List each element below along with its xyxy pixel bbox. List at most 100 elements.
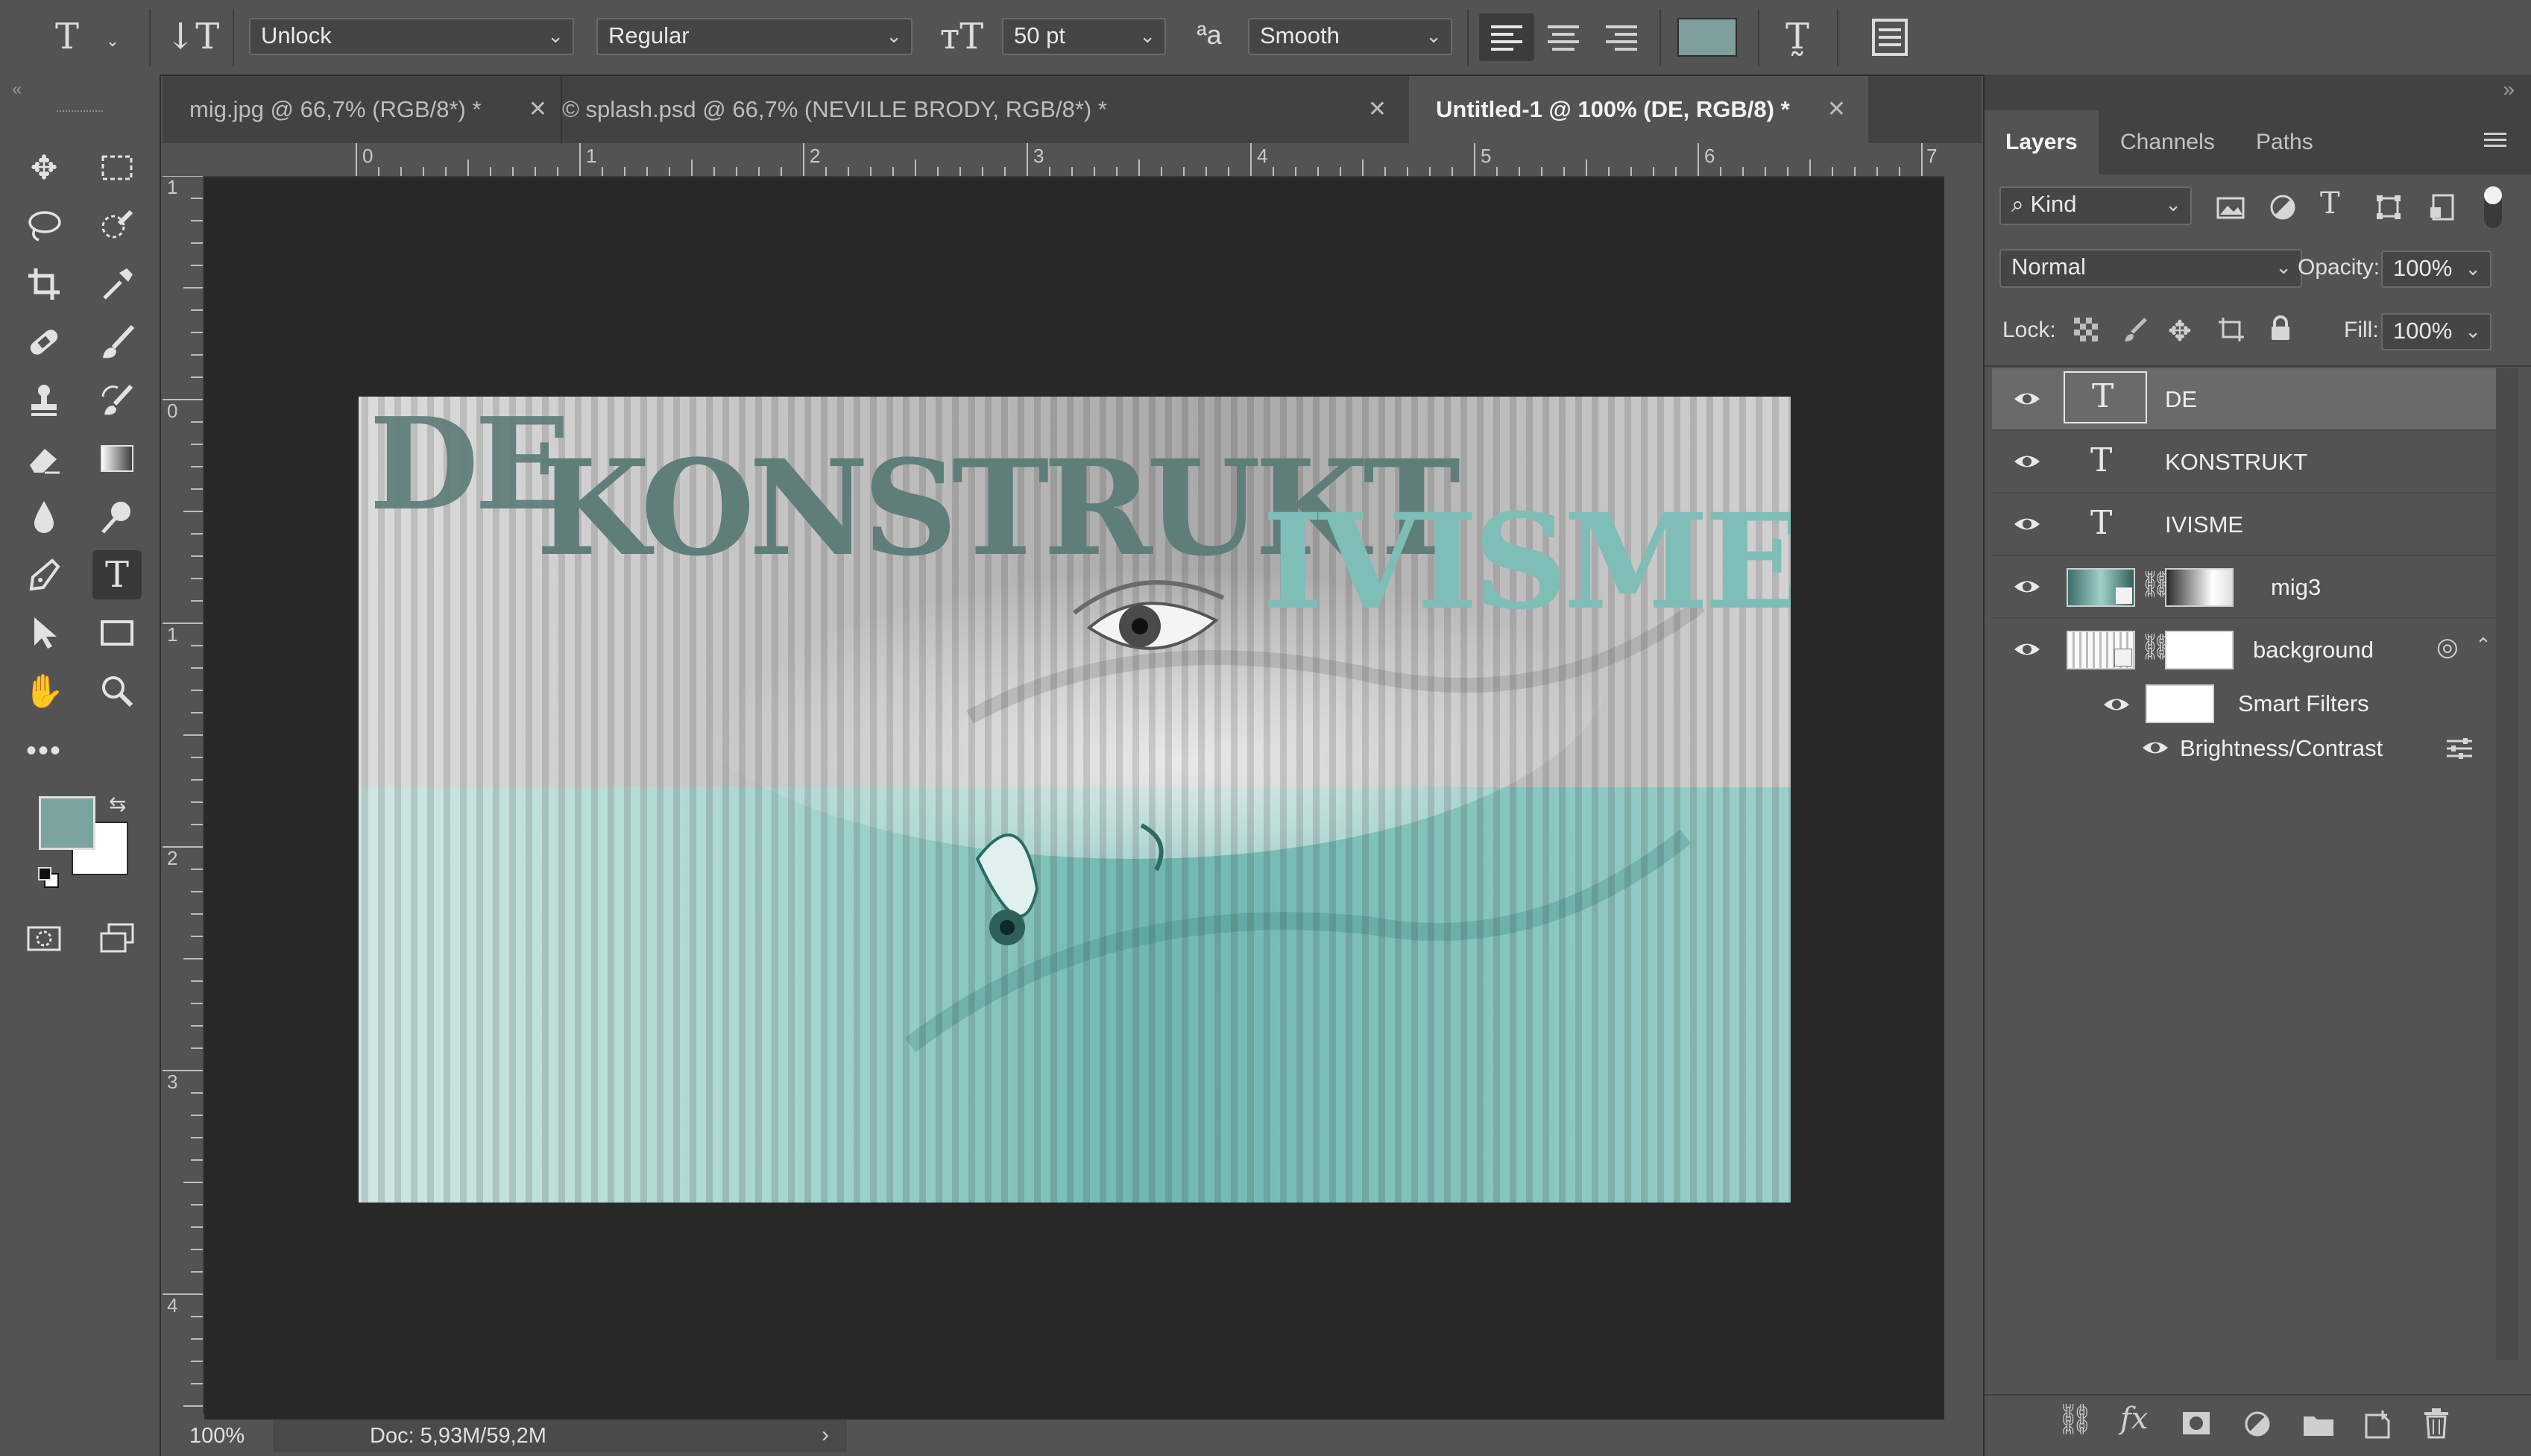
layers-scrollbar[interactable] [2496, 368, 2518, 1360]
adjustment-layer-icon[interactable] [2242, 1409, 2272, 1439]
font-size-select[interactable]: 50 pt ⌄ [1002, 18, 1166, 55]
rectangle-tool[interactable] [92, 608, 142, 658]
blur-tool[interactable] [19, 492, 69, 541]
filter-adjustment-button[interactable] [2268, 192, 2298, 222]
eye-icon[interactable] [2013, 513, 2041, 535]
toolbar-grip[interactable] [57, 110, 103, 115]
pen-tool[interactable] [19, 550, 69, 599]
trash-icon[interactable] [2423, 1408, 2450, 1439]
layer-mask-thumbnail[interactable] [2165, 568, 2234, 607]
eyedropper-tool[interactable] [92, 259, 142, 309]
panel-menu-button[interactable] [2483, 127, 2508, 152]
screen-mode-button[interactable] [92, 914, 142, 963]
font-style-select[interactable]: Regular ⌄ [596, 18, 913, 55]
fx-icon[interactable]: fx [2120, 1402, 2148, 1436]
collapse-panel-icon[interactable]: » [2503, 78, 2515, 101]
history-brush-tool[interactable] [92, 376, 142, 425]
eye-icon[interactable] [2102, 693, 2131, 716]
layer-row-konstrukt[interactable]: T KONSTRUKT [1992, 431, 2496, 494]
filter-shape-button[interactable] [2374, 192, 2404, 222]
layer-filter-select[interactable]: ⌕ Kind ⌄ [1999, 186, 2192, 225]
move-tool[interactable]: ✥ [19, 143, 69, 192]
foreground-color-swatch[interactable] [39, 796, 95, 850]
lock-all-button[interactable] [2268, 315, 2293, 343]
layer-row-mig3[interactable]: ⛓ mig3 [1992, 556, 2496, 619]
dodge-tool[interactable] [92, 492, 142, 541]
swap-colors-icon[interactable]: ⇆ [109, 792, 126, 816]
filter-row-brightness-contrast[interactable]: Brightness/Contrast [1992, 728, 2496, 769]
eye-icon[interactable] [2013, 388, 2041, 410]
brush-tool[interactable] [92, 318, 142, 367]
blend-mode-select[interactable]: Normal ⌄ [1999, 249, 2302, 288]
layer-row-ivisme[interactable]: T IVISME [1992, 494, 2496, 556]
document-canvas[interactable]: DE KONSTRUKT IVISME [359, 397, 1791, 1203]
default-colors-button[interactable] [37, 866, 60, 889]
lock-pixels-button[interactable] [2122, 316, 2149, 343]
filter-smart-object-button[interactable] [2427, 192, 2457, 222]
warp-text-icon[interactable]: T̰ [1773, 18, 1822, 55]
lock-transparent-button[interactable] [2073, 316, 2099, 343]
quick-mask-button[interactable] [19, 914, 69, 963]
close-icon[interactable]: ✕ [1827, 76, 1846, 143]
eye-icon[interactable] [2013, 450, 2041, 473]
clone-stamp-tool[interactable] [19, 376, 69, 425]
edit-toolbar-button[interactable]: ••• [19, 726, 69, 775]
path-selection-tool[interactable] [19, 608, 69, 658]
tab-mig-jpg[interactable]: mig.jpg @ 66,7% (RGB/8*) * ✕ [163, 76, 561, 143]
tab-layers[interactable]: Layers [1985, 110, 2099, 174]
hand-tool[interactable]: ✋ [19, 666, 69, 716]
text-color-swatch[interactable] [1677, 18, 1737, 57]
lasso-tool[interactable] [19, 201, 69, 250]
align-left-button[interactable] [1479, 13, 1534, 61]
character-panel-button[interactable] [1871, 18, 1909, 57]
chevron-down-icon[interactable]: ⌄ [101, 22, 124, 60]
chevron-right-icon[interactable]: › [822, 1422, 829, 1448]
align-right-button[interactable] [1597, 13, 1646, 61]
type-tool[interactable]: T [92, 550, 142, 599]
filter-pixel-button[interactable] [2216, 192, 2245, 222]
horizontal-ruler[interactable]: 0 1 2 3 4 5 6 7 [163, 143, 1944, 177]
toggle-text-orientation-icon[interactable]: ↓T [166, 18, 219, 55]
close-icon[interactable]: ✕ [1368, 76, 1387, 143]
tab-untitled-1[interactable]: Untitled-1 @ 100% (DE, RGB/8) * ✕ [1409, 76, 1868, 143]
tab-paths[interactable]: Paths [2235, 110, 2334, 174]
healing-brush-tool[interactable] [19, 318, 69, 367]
filter-blending-options-icon[interactable] [2445, 737, 2474, 760]
doc-info[interactable]: Doc: 5,93M/59,2M › [273, 1419, 847, 1452]
eye-icon[interactable] [2013, 638, 2041, 661]
eye-icon[interactable] [2141, 737, 2169, 759]
layer-row-de[interactable]: T DE [1992, 368, 2496, 431]
fill-input[interactable]: 100% ⌄ [2381, 313, 2491, 350]
new-layer-icon[interactable] [2363, 1409, 2392, 1439]
link-layers-icon[interactable]: ⛓ [2056, 1402, 2094, 1437]
tab-channels[interactable]: Channels [2099, 110, 2236, 174]
crop-tool[interactable] [19, 259, 69, 309]
type-tool-preset-icon[interactable]: T [45, 18, 89, 55]
lock-position-icon[interactable]: ✥ [2168, 315, 2192, 348]
vertical-ruler[interactable]: 1 0 1 2 3 4 [163, 176, 204, 1414]
align-center-button[interactable] [1539, 13, 1588, 61]
add-mask-icon[interactable] [2181, 1411, 2211, 1436]
marquee-tool[interactable] [92, 143, 142, 192]
eraser-tool[interactable] [19, 434, 69, 483]
lock-artboard-button[interactable] [2217, 316, 2245, 343]
zoom-tool[interactable] [92, 666, 142, 716]
layer-mask-thumbnail[interactable] [2165, 631, 2234, 669]
smart-filter-mask-thumbnail[interactable] [2146, 684, 2214, 723]
filter-toggle[interactable] [2484, 186, 2502, 228]
collapse-panel-icon[interactable]: « [12, 79, 22, 100]
filter-type-icon[interactable]: T [2320, 186, 2340, 221]
antialias-select[interactable]: Smooth ⌄ [1248, 18, 1452, 55]
font-family-select[interactable]: Unlock ⌄ [249, 18, 574, 55]
layer-row-background[interactable]: ⛓ background ◎ ⌃ [1992, 619, 2496, 680]
gradient-tool[interactable] [92, 434, 142, 483]
opacity-input[interactable]: 100% ⌄ [2381, 250, 2491, 288]
zoom-level[interactable]: 100% [189, 1424, 245, 1449]
quick-selection-tool[interactable] [92, 201, 142, 250]
smart-filters-row[interactable]: Smart Filters [1992, 681, 2496, 726]
chevron-up-icon[interactable]: ⌃ [2475, 634, 2491, 657]
folder-icon[interactable] [2302, 1412, 2335, 1437]
close-icon[interactable]: ✕ [529, 76, 547, 143]
eye-icon[interactable] [2013, 576, 2041, 598]
tab-splash-psd[interactable]: © splash.psd @ 66,7% (NEVILLE BRODY, RGB… [561, 76, 1409, 143]
